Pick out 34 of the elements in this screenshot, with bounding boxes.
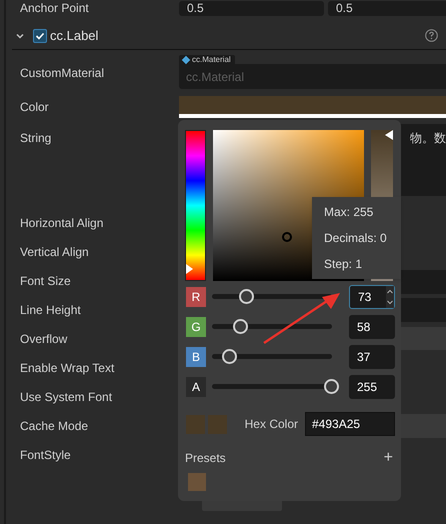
property-label: Anchor Point	[20, 1, 90, 15]
number-field[interactable]: 37	[349, 345, 395, 369]
number-field[interactable]: 0.5	[328, 0, 446, 16]
asset-tag: cc.Material	[179, 55, 235, 64]
property-label: String	[20, 130, 52, 147]
property-label: Overflow	[20, 330, 68, 348]
property-label: Color	[20, 99, 50, 116]
number-field[interactable]: 73	[349, 285, 395, 309]
channel-label: B	[186, 347, 206, 367]
field-text: 物。数	[410, 130, 446, 147]
channel-label: R	[186, 287, 206, 307]
channel-label: G	[186, 317, 206, 337]
add-button[interactable]: +	[384, 450, 393, 466]
property-label: Font Size	[20, 272, 72, 290]
number-field[interactable]: 58	[349, 315, 395, 339]
component-title: cc.Label	[50, 26, 98, 45]
tooltip-text: Step: 1	[324, 256, 364, 273]
property-label: Enable Wrap Text	[20, 360, 116, 376]
asset-field[interactable]: cc.Material	[179, 64, 446, 89]
property-label: Horizontal Align	[20, 214, 104, 232]
property-label: FontStyle	[20, 446, 72, 464]
property-label: Line Height	[20, 302, 82, 318]
channel-label: A	[186, 377, 206, 397]
number-field[interactable]: 0.5	[179, 0, 324, 16]
tooltip-text: Max: 255	[324, 204, 374, 221]
property-label: Cache Mode	[20, 418, 90, 434]
hex-field[interactable]: #493A25	[305, 412, 395, 436]
property-label: CustomMaterial	[20, 65, 106, 82]
hex-label: Hex Color	[244, 416, 298, 433]
tooltip-text: Decimals: 0	[324, 230, 388, 247]
property-label: Use System Font	[20, 388, 114, 406]
presets-label: Presets	[185, 450, 226, 467]
number-field[interactable]: 255	[349, 375, 395, 399]
property-label: Vertical Align	[20, 244, 90, 260]
